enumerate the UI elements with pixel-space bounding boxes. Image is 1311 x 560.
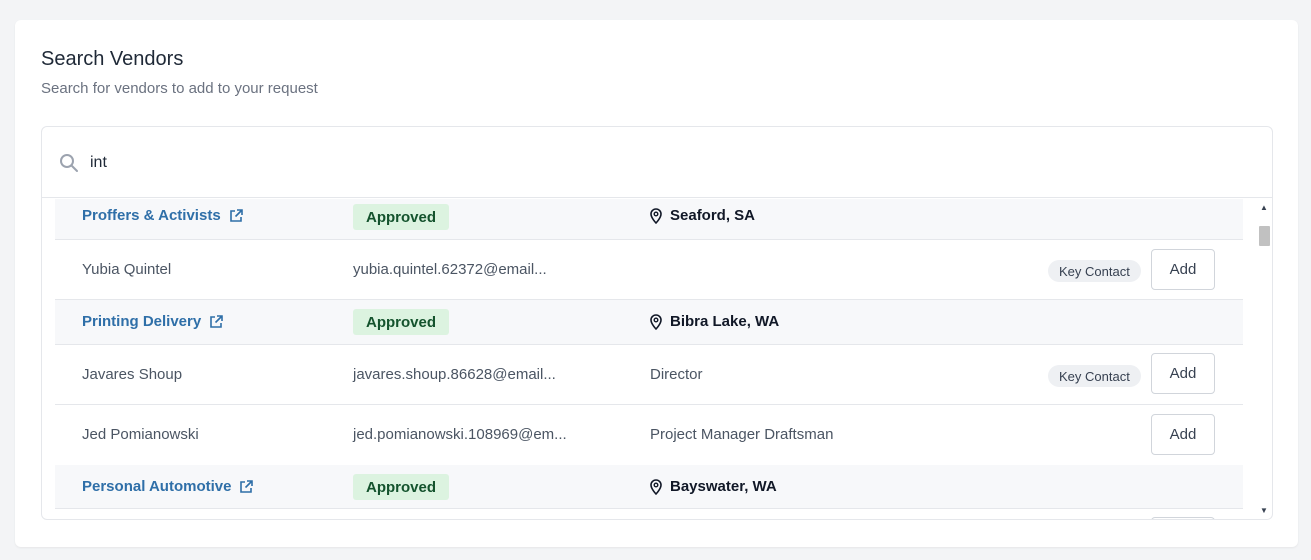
vendor-name: Personal Automotive (82, 478, 232, 495)
contact-name: Jed Pomianowski (82, 426, 199, 443)
page-title: Search Vendors (41, 48, 184, 70)
status-badge: Approved (353, 309, 450, 335)
contact-title: Project Manager Draftsman (650, 426, 834, 443)
vendor-row: Proffers & Activists Approved Seaford, S… (55, 199, 1243, 240)
map-pin-icon (649, 478, 663, 495)
add-contact-button[interactable]: Add (1151, 353, 1215, 394)
search-vendors-card: Search Vendors Search for vendors to add… (15, 20, 1298, 547)
contact-row-partial (55, 509, 1243, 519)
map-pin-icon (649, 207, 663, 224)
add-contact-button[interactable]: Add (1151, 414, 1215, 455)
scroll-down-arrow-icon[interactable]: ▼ (1260, 507, 1268, 515)
search-panel: Proffers & Activists Approved (41, 126, 1273, 520)
vendor-row: Personal Automotive Approved Bayswater, … (55, 465, 1243, 509)
search-bar (42, 127, 1272, 198)
status-badge: Approved (353, 474, 450, 500)
vendor-name: Proffers & Activists (82, 207, 221, 224)
search-icon (59, 153, 79, 173)
contact-name: Javares Shoup (82, 366, 183, 383)
external-link-icon[interactable] (209, 314, 224, 329)
map-pin-icon (649, 313, 663, 330)
contact-row: Jed Pomianowski jed.pomianowski.108969@e… (55, 405, 1243, 465)
page-subtitle: Search for vendors to add to your reques… (41, 80, 318, 97)
vendor-location: Seaford, SA (649, 207, 755, 224)
vendor-name: Printing Delivery (82, 313, 202, 330)
external-link-icon[interactable] (239, 479, 254, 494)
location-text: Seaford, SA (670, 207, 756, 224)
add-contact-button[interactable]: Add (1151, 249, 1215, 290)
location-text: Bibra Lake, WA (670, 313, 780, 330)
vendor-link[interactable]: Proffers & Activists (82, 207, 243, 224)
vendor-location: Bibra Lake, WA (649, 313, 779, 330)
scroll-up-arrow-icon[interactable]: ▲ (1260, 204, 1268, 212)
add-contact-button[interactable] (1151, 517, 1215, 519)
vendor-row: Printing Delivery Approved Bibra Lake, W… (55, 300, 1243, 345)
contact-row: Javares Shoup javares.shoup.86628@email.… (55, 345, 1243, 405)
vendor-link[interactable]: Printing Delivery (82, 313, 224, 330)
results-list: Proffers & Activists Approved Seaford, S… (55, 199, 1243, 519)
contact-title: Director (650, 366, 703, 383)
key-contact-badge: Key Contact (1048, 365, 1141, 387)
results-scrollbar[interactable]: ▲ ▼ (1257, 199, 1271, 519)
vendor-location: Bayswater, WA (649, 478, 777, 495)
scroll-thumb[interactable] (1259, 226, 1270, 246)
external-link-icon[interactable] (229, 208, 243, 223)
key-contact-badge: Key Contact (1048, 260, 1141, 282)
location-text: Bayswater, WA (670, 478, 777, 495)
contact-row: Yubia Quintel yubia.quintel.62372@email.… (55, 240, 1243, 300)
contact-email: yubia.quintel.62372@email... (353, 261, 547, 278)
status-badge: Approved (353, 204, 450, 230)
contact-email: javares.shoup.86628@email... (353, 366, 556, 383)
search-input[interactable] (90, 149, 1240, 177)
contact-name: Yubia Quintel (82, 261, 172, 278)
vendor-link[interactable]: Personal Automotive (82, 478, 254, 495)
contact-email: jed.pomianowski.108969@em... (353, 426, 567, 443)
